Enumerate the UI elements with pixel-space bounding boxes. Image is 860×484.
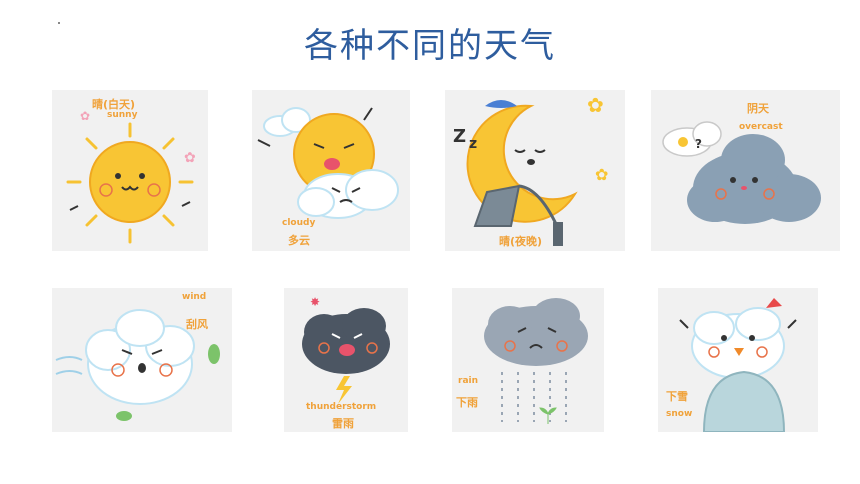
weather-card-wind: wind 刮风: [52, 288, 232, 432]
weather-card-rain: rain 下雨: [452, 288, 604, 432]
label-en: thunderstorm: [306, 402, 377, 412]
rain-icon: [484, 298, 588, 424]
weather-card-cloudy: cloudy 多云: [252, 90, 410, 251]
overcast-icon: ?: [662, 121, 821, 224]
weather-card-snow: 下雪 snow: [658, 288, 818, 432]
label-zh: 刮风: [186, 318, 208, 331]
svg-text:✸: ✸: [310, 295, 320, 309]
label-zh: 雷雨: [332, 417, 354, 430]
weather-card-night: Z z ✿ ✿ 晴(夜晚): [445, 90, 625, 251]
svg-text:✿: ✿: [595, 165, 608, 184]
svg-text:✿: ✿: [587, 93, 604, 117]
label-en: sunny: [107, 110, 138, 120]
label-en: cloudy: [282, 218, 316, 228]
weather-card-overcast: ? 阴天 overcast: [651, 90, 840, 251]
label-en: snow: [666, 409, 693, 419]
label-en: rain: [458, 376, 479, 386]
moon-icon: Z z ✿ ✿: [453, 93, 608, 246]
label-en: wind: [182, 292, 207, 302]
svg-text:?: ?: [695, 137, 702, 151]
label-zh: 下雨: [456, 396, 478, 409]
cloudy-icon: [257, 107, 399, 219]
label-en: overcast: [739, 122, 783, 132]
wind-icon: [55, 309, 220, 421]
svg-text:z: z: [469, 136, 477, 152]
label-zh: 下雪: [666, 390, 688, 403]
svg-text:Z: Z: [453, 126, 466, 147]
weather-card-sunny: ✿ ✿ 晴(白天) sunny: [52, 90, 208, 251]
svg-text:✿: ✿: [184, 150, 196, 166]
weather-card-thunderstorm: ✸ thunderstorm 雷雨: [284, 288, 408, 432]
label-zh: 阴天: [747, 102, 769, 115]
svg-text:✿: ✿: [80, 109, 90, 123]
label-zh: 多云: [288, 234, 310, 247]
label-zh: 晴(夜晚): [499, 235, 543, 248]
page-title: 各种不同的天气: [304, 26, 556, 66]
